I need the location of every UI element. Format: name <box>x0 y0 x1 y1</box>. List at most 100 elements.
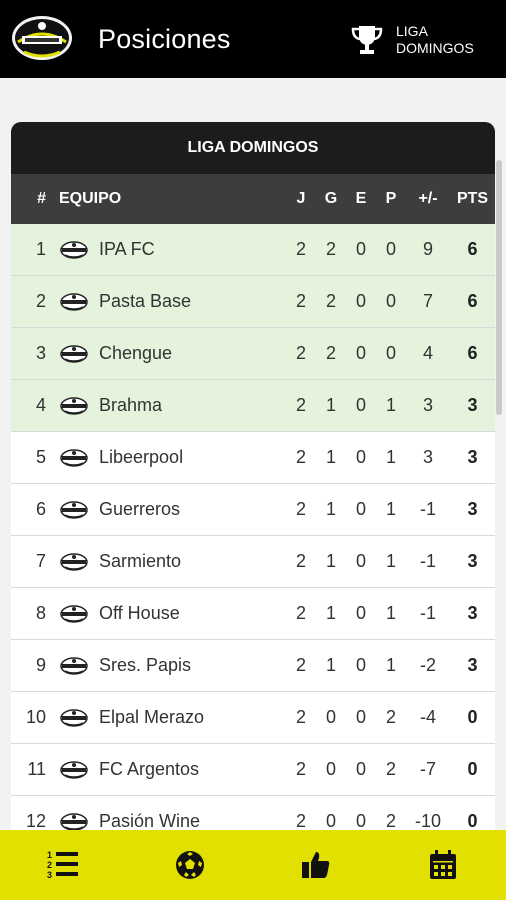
nav-calendar-button[interactable] <box>380 830 506 900</box>
row-goal-diff: 7 <box>422 291 433 311</box>
row-position: 9 <box>35 655 46 675</box>
row-position: 1 <box>35 239 46 259</box>
row-points: 0 <box>467 811 478 830</box>
col-points: PTS <box>456 190 489 207</box>
table-row[interactable]: 10 Elpal Merazo 2 0 0 2 -4 0 <box>11 692 495 744</box>
table-row[interactable]: 6 Guerreros 2 1 0 1 -1 3 <box>11 484 495 536</box>
row-points: 3 <box>467 551 478 571</box>
row-lost: 1 <box>385 499 396 519</box>
col-played: J <box>296 190 306 207</box>
row-goal-diff: 4 <box>422 343 433 363</box>
row-goal-diff: 3 <box>422 447 433 467</box>
team-name: Sres. Papis <box>99 655 192 675</box>
row-goal-diff: 9 <box>422 239 433 259</box>
row-lost: 1 <box>385 395 396 415</box>
trophy-icon <box>351 26 383 54</box>
row-played: 2 <box>295 447 306 467</box>
row-won: 2 <box>325 343 336 363</box>
table-row[interactable]: 12 Pasión Wine 2 0 0 2 -10 0 <box>11 796 495 830</box>
list-ordered-icon: 1 2 3 <box>47 850 79 880</box>
row-drawn: 0 <box>355 447 366 467</box>
col-drawn: E <box>355 190 367 207</box>
league-name: LIGA DOMINGOS <box>396 23 474 56</box>
team-name: Brahma <box>99 395 163 415</box>
row-points: 6 <box>467 343 478 363</box>
row-drawn: 0 <box>355 811 366 830</box>
row-won: 0 <box>325 811 336 830</box>
team-name: Elpal Merazo <box>99 707 205 727</box>
team-badge-icon <box>60 448 88 467</box>
table-row[interactable]: 4 Brahma 2 1 0 1 3 3 <box>11 380 495 432</box>
col-goal-diff: +/- <box>418 190 438 207</box>
row-goal-diff: -1 <box>419 603 436 623</box>
row-points: 3 <box>467 655 478 675</box>
team-badge-icon <box>60 344 88 363</box>
row-team: Chengue <box>46 343 286 364</box>
standings-card: LIGA DOMINGOS # EQUIPO J G E P +/- PTS 1… <box>11 122 495 830</box>
row-goal-diff: -4 <box>419 707 436 727</box>
row-position: 3 <box>35 343 46 363</box>
row-lost: 0 <box>385 239 396 259</box>
table-row[interactable]: 9 Sres. Papis 2 1 0 1 -2 3 <box>11 640 495 692</box>
svg-text:1: 1 <box>47 850 52 860</box>
row-won: 2 <box>325 291 336 311</box>
row-position: 10 <box>25 707 46 727</box>
calendar-icon <box>429 850 456 879</box>
table-row[interactable]: 1 IPA FC 2 2 0 0 9 6 <box>11 224 495 276</box>
row-points: 0 <box>467 759 478 779</box>
table-row[interactable]: 8 Off House 2 1 0 1 -1 3 <box>11 588 495 640</box>
row-goal-diff: -1 <box>419 551 436 571</box>
row-drawn: 0 <box>355 239 366 259</box>
row-lost: 2 <box>385 811 396 830</box>
team-name: FC Argentos <box>99 759 200 779</box>
row-team: Pasta Base <box>46 291 286 312</box>
row-drawn: 0 <box>355 499 366 519</box>
row-played: 2 <box>295 551 306 571</box>
bottom-nav: 1 2 3 <box>0 830 506 900</box>
row-won: 1 <box>325 655 336 675</box>
row-points: 3 <box>467 499 478 519</box>
row-won: 1 <box>325 447 336 467</box>
row-drawn: 0 <box>355 759 366 779</box>
team-badge-icon <box>60 812 88 830</box>
row-drawn: 0 <box>355 551 366 571</box>
team-name: Sarmiento <box>99 551 182 571</box>
table-row[interactable]: 11 FC Argentos 2 0 0 2 -7 0 <box>11 744 495 796</box>
row-team: Guerreros <box>46 499 286 520</box>
row-team: Libeerpool <box>46 447 286 468</box>
nav-likes-button[interactable] <box>253 830 380 900</box>
row-lost: 0 <box>385 343 396 363</box>
row-team: Sres. Papis <box>46 655 286 676</box>
row-goal-diff: -7 <box>419 759 436 779</box>
row-lost: 2 <box>385 759 396 779</box>
table-row[interactable]: 3 Chengue 2 2 0 0 4 6 <box>11 328 495 380</box>
row-position: 8 <box>35 603 46 623</box>
nav-matches-button[interactable] <box>127 830 254 900</box>
table-row[interactable]: 2 Pasta Base 2 2 0 0 7 6 <box>11 276 495 328</box>
row-lost: 1 <box>385 447 396 467</box>
app-header: Posiciones LIGA DOMINGOS <box>0 0 506 78</box>
standings-view[interactable]: LIGA DOMINGOS # EQUIPO J G E P +/- PTS 1… <box>0 78 506 830</box>
team-badge-icon <box>60 656 88 675</box>
table-row[interactable]: 5 Libeerpool 2 1 0 1 3 3 <box>11 432 495 484</box>
league-selector[interactable]: LIGA DOMINGOS <box>351 18 502 62</box>
team-name: Pasión Wine <box>99 811 201 830</box>
row-position: 12 <box>25 811 46 830</box>
table-row[interactable]: 7 Sarmiento 2 1 0 1 -1 3 <box>11 536 495 588</box>
row-played: 2 <box>295 395 306 415</box>
row-points: 3 <box>467 603 478 623</box>
scrollbar[interactable] <box>496 160 502 415</box>
row-lost: 1 <box>385 603 396 623</box>
row-team: FC Argentos <box>46 759 286 780</box>
row-points: 3 <box>467 395 478 415</box>
row-won: 0 <box>325 759 336 779</box>
row-points: 3 <box>467 447 478 467</box>
team-badge-icon <box>60 604 88 623</box>
row-position: 11 <box>27 759 46 779</box>
row-played: 2 <box>295 655 306 675</box>
nav-standings-button[interactable]: 1 2 3 <box>0 830 127 900</box>
table-header: # EQUIPO J G E P +/- PTS <box>11 174 495 224</box>
row-goal-diff: 3 <box>422 395 433 415</box>
row-drawn: 0 <box>355 603 366 623</box>
team-badge-icon <box>60 240 88 259</box>
